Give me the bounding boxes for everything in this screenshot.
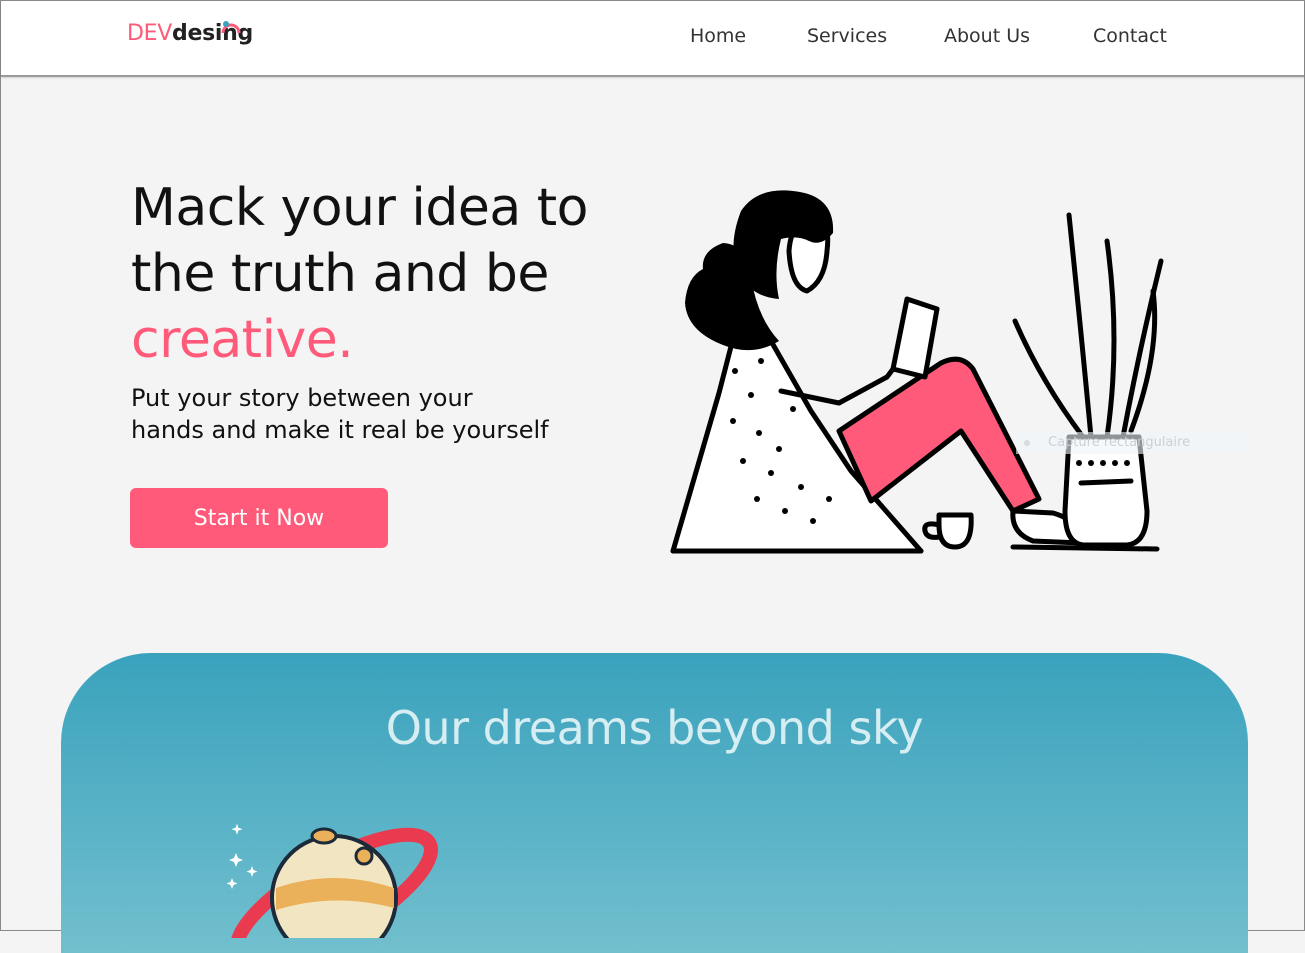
hero-subtitle: Put your story between your hands and ma… [131,384,549,444]
reading-woman-illustration [670,190,1164,554]
nav-about-us[interactable]: About Us [944,25,1030,47]
planet-illustration [226,823,438,938]
hero-title-line-2: the truth and be [131,244,549,304]
screen-capture-hint-text: Capture rectangulaire [1048,435,1191,450]
hero-title: Mack your idea to the truth and be creat… [131,175,651,373]
nav-services[interactable]: Services [807,25,887,47]
hero-title-accent: creative. [131,310,354,370]
hero-title-line-1: Mack your idea to [131,178,588,238]
start-now-button[interactable]: Start it Now [130,488,388,548]
dreams-section: Our dreams beyond sky [61,653,1248,953]
screen-capture-hint: Capture rectangulaire [1016,432,1248,454]
hint-dot-icon [1024,440,1030,446]
dreams-section-title: Our dreams beyond sky [385,701,924,755]
brand-part-dev: DEV [127,21,172,46]
nav-contact[interactable]: Contact [1093,25,1167,47]
nav-home[interactable]: Home [690,25,746,47]
logo-mark-icon [221,21,241,34]
top-navbar: DEVdesing Home Services About Us Contact [1,1,1304,77]
